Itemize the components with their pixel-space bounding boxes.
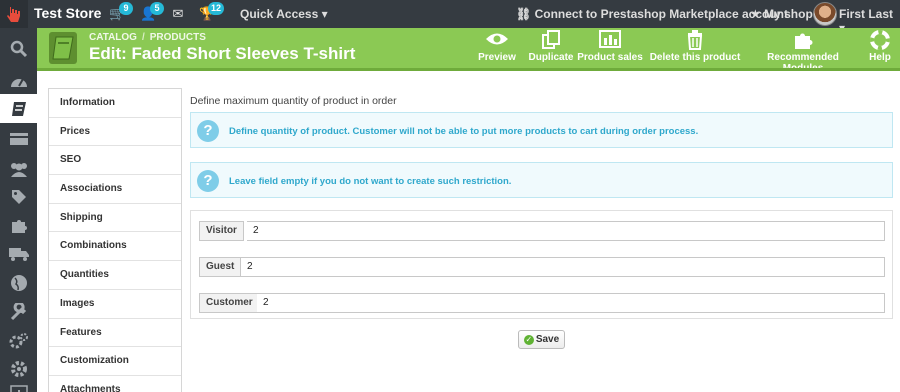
save-check-icon: ✓ <box>523 334 534 345</box>
guest-quantity-input[interactable]: 2 <box>241 257 885 277</box>
question-icon: ? <box>197 120 219 142</box>
eye-icon <box>475 30 519 52</box>
product-tabs: Information Prices SEO Associations Ship… <box>48 88 182 392</box>
messages-badge: 12 <box>208 2 225 15</box>
copy-icon <box>521 30 581 52</box>
advanced-params-icon[interactable] <box>0 326 37 355</box>
trash-icon <box>649 30 741 52</box>
quick-access-label: Quick Access <box>240 7 319 21</box>
quantity-limits-panel: Visitor 2 Guest 2 Customer 2 <box>190 210 893 319</box>
tab-customization[interactable]: Customization <box>49 347 181 376</box>
save-button[interactable]: ✓ Save <box>518 330 565 349</box>
customer-quantity-input[interactable]: 2 <box>257 293 885 313</box>
page-header: Catalog / Products Edit: Faded Short Sleev… <box>37 28 900 74</box>
price-rules-icon[interactable] <box>0 182 37 211</box>
question-icon: ? <box>197 170 219 192</box>
info-alert: ? Define quantity of product. Customer w… <box>190 112 893 148</box>
tab-quantities[interactable]: Quantities <box>49 261 181 290</box>
customer-row: Customer 2 <box>199 293 885 313</box>
link-icon: ⛓ <box>516 7 532 21</box>
header-divider <box>37 68 900 71</box>
puzzle-icon <box>746 30 860 52</box>
avatar[interactable] <box>813 2 837 26</box>
info-alert-text: Define quantity of product. Customer wil… <box>229 126 699 137</box>
top-bar: Test Store 🛒 9 👤 5 ✉ 🏆 12 Quick Access ▾… <box>0 0 900 35</box>
delete-product-label: Delete this product <box>649 52 741 63</box>
star-icon: ★ <box>750 7 761 21</box>
preview-label: Preview <box>478 52 516 63</box>
prestashop-logo-icon[interactable] <box>0 0 28 28</box>
tab-shipping[interactable]: Shipping <box>49 204 181 233</box>
recommended-modules-button[interactable]: Recommended Modules <box>746 30 860 74</box>
breadcrumb: Catalog / Products <box>89 32 206 43</box>
catalog-icon[interactable] <box>0 94 37 123</box>
help-label: Help <box>869 52 891 63</box>
tab-associations[interactable]: Associations <box>49 175 181 204</box>
page-title: Edit: Faded Short Sleeves T-shirt <box>89 44 356 63</box>
orders-icon[interactable] <box>0 124 37 153</box>
tab-combinations[interactable]: Combinations <box>49 232 181 262</box>
lifebuoy-icon <box>865 30 895 52</box>
guest-label: Guest <box>199 257 242 277</box>
delete-product-button[interactable]: Delete this product <box>649 30 741 66</box>
product-sales-label: Product sales <box>577 52 643 63</box>
orders-badge: 9 <box>119 2 133 15</box>
my-shop-label: My shop <box>764 7 813 21</box>
tab-prices[interactable]: Prices <box>49 118 181 147</box>
duplicate-label: Duplicate <box>528 52 574 63</box>
section-heading: Define maximum quantity of product in or… <box>190 95 397 107</box>
info-alert-text: Leave field empty if you do not want to … <box>229 176 512 187</box>
preview-button[interactable]: Preview <box>475 30 519 66</box>
visitor-row: Visitor 2 <box>199 221 885 241</box>
breadcrumb-separator: / <box>141 32 145 43</box>
connect-marketplace-link[interactable]: ⛓ Connect to Prestashop Marketplace acco… <box>516 7 788 21</box>
localization-icon[interactable] <box>0 268 37 297</box>
stats-icon[interactable] <box>0 378 37 392</box>
my-shop-link[interactable]: ★ My shop <box>750 7 813 21</box>
user-name: First Last <box>839 7 894 21</box>
tab-images[interactable]: Images <box>49 290 181 319</box>
save-label: Save <box>535 334 560 345</box>
customers-badge: 5 <box>150 2 164 15</box>
info-alert: ? Leave field empty if you do not want t… <box>190 162 893 198</box>
product-book-icon <box>49 32 77 64</box>
modules-icon[interactable] <box>0 211 37 240</box>
tab-features[interactable]: Features <box>49 319 181 348</box>
product-sales-button[interactable]: Product sales <box>577 30 643 66</box>
breadcrumb-products[interactable]: Products <box>150 32 206 43</box>
main-sidebar <box>0 28 37 392</box>
breadcrumb-catalog[interactable]: Catalog <box>89 32 137 43</box>
help-button[interactable]: Help <box>865 30 895 66</box>
shipping-icon[interactable] <box>0 239 37 268</box>
visitor-quantity-input[interactable]: 2 <box>247 221 885 241</box>
tab-information[interactable]: Information <box>49 89 181 118</box>
tab-attachments[interactable]: Attachments <box>49 376 181 392</box>
quick-access-menu[interactable]: Quick Access ▾ <box>240 7 328 21</box>
duplicate-button[interactable]: Duplicate <box>521 30 581 66</box>
search-icon[interactable] <box>0 34 37 63</box>
customer-label: Customer <box>199 293 260 313</box>
bar-chart-icon <box>577 30 643 52</box>
envelope-icon[interactable]: ✉ <box>170 6 186 22</box>
dashboard-icon[interactable] <box>0 66 37 95</box>
guest-row: Guest 2 <box>199 257 885 277</box>
customers-icon[interactable] <box>0 154 37 183</box>
wrench-icon[interactable] <box>0 297 37 326</box>
tab-seo[interactable]: SEO <box>49 146 181 176</box>
visitor-label: Visitor <box>199 221 244 241</box>
store-name[interactable]: Test Store <box>34 5 101 21</box>
caret-down-icon: ▾ <box>321 7 328 21</box>
